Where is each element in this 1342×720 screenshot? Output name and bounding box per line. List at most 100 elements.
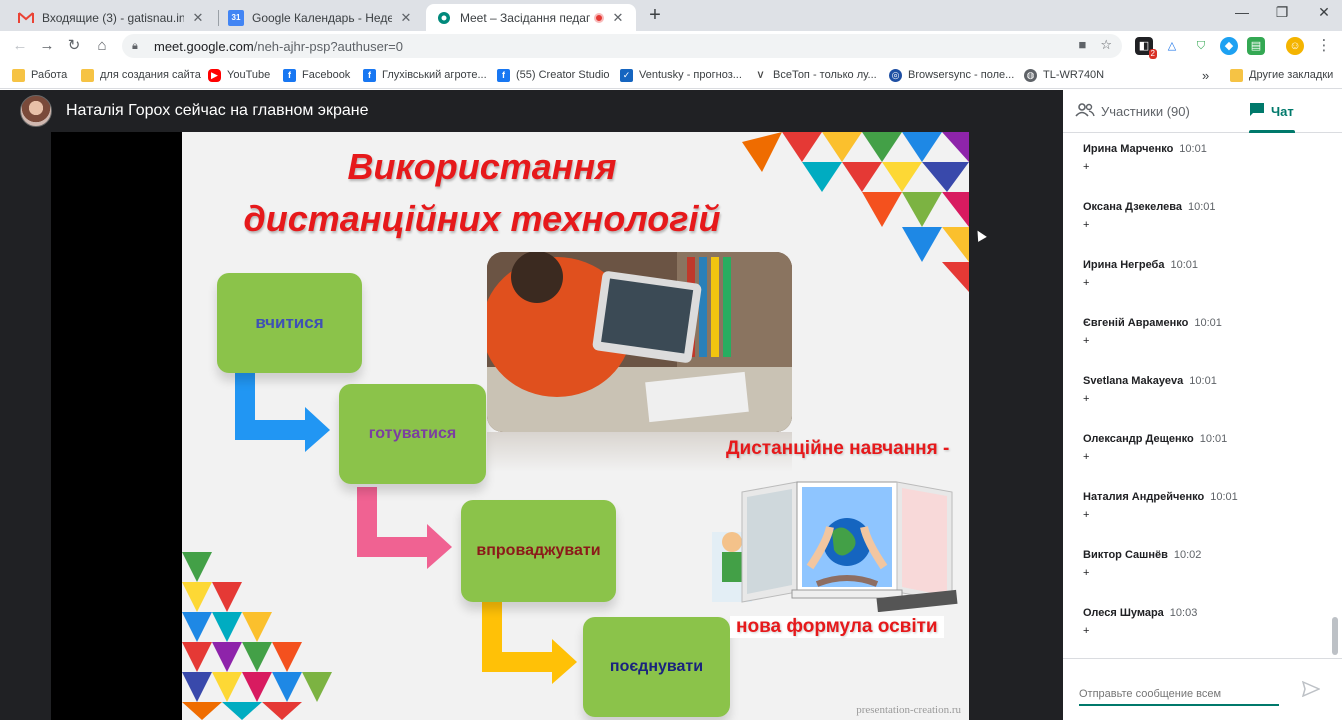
tab-title: Входящие (3) - gatisnau.infocent xyxy=(42,10,184,25)
participants-label: Участники (90) xyxy=(1101,104,1190,119)
chat-icon xyxy=(1249,102,1265,121)
close-tab-icon[interactable]: ✕ xyxy=(610,10,626,26)
chat-label: Чат xyxy=(1271,104,1294,119)
folder-icon xyxy=(12,68,25,82)
recording-icon xyxy=(594,12,604,23)
bookmark-star-icon[interactable]: ☆ xyxy=(1100,37,1112,53)
screen-share-stage[interactable]: Використання дистанційних технологій вчи… xyxy=(51,132,969,720)
youtube-icon: ▶ xyxy=(208,68,221,82)
message-time: 10:01 xyxy=(1210,491,1238,503)
bookmark-label: Facebook xyxy=(302,69,351,81)
meet-icon xyxy=(436,10,452,26)
chat-message: Ирина Марченко 10:01 + xyxy=(1083,143,1313,173)
chat-message: Svetlana Makayeva 10:01 + xyxy=(1083,375,1313,405)
presenter-bar: Наталія Горох сейчас на главном экране xyxy=(0,90,1063,132)
chat-message: Наталия Андрейченко 10:01 + xyxy=(1083,491,1313,521)
message-time: 10:01 xyxy=(1179,143,1207,155)
chat-message: Олександр Дещенко 10:01 + xyxy=(1083,433,1313,463)
more-bookmarks-icon[interactable]: » xyxy=(1202,66,1209,84)
menu-icon[interactable]: ⋮ xyxy=(1314,36,1334,56)
maximize-icon[interactable]: ❐ xyxy=(1270,4,1294,21)
sender-name: Олеся Шумара xyxy=(1083,607,1164,619)
tab-meet[interactable]: Meet – Засідання педагогіч ✕ xyxy=(426,4,636,31)
message-time: 10:03 xyxy=(1169,607,1198,619)
url-host: meet.google.com xyxy=(154,38,254,54)
tab-calendar[interactable]: 31 Google Календарь - Неделя: 31 ✕ xyxy=(218,4,424,31)
meet-main: Наталія Горох сейчас на главном экране В… xyxy=(0,90,1063,720)
mouse-cursor-icon xyxy=(973,228,987,242)
home-icon[interactable]: ⌂ xyxy=(92,36,112,56)
message-time: 10:01 xyxy=(1189,375,1217,387)
back-icon[interactable]: ← xyxy=(10,36,30,56)
message-text: + xyxy=(1083,393,1090,405)
tab-gmail[interactable]: Входящие (3) - gatisnau.infocent ✕ xyxy=(8,4,216,31)
bookmark-item[interactable]: для создания сайта xyxy=(81,66,201,84)
ventusky-icon: ✓ xyxy=(620,68,633,82)
message-text: + xyxy=(1083,277,1090,289)
chat-message: Євгеній Авраменко 10:01 + xyxy=(1083,317,1313,347)
diamond-extension-icon[interactable]: ◆ xyxy=(1220,37,1238,55)
presenter-avatar xyxy=(20,95,52,127)
new-tab-button[interactable]: + xyxy=(645,4,665,27)
tab-chat[interactable]: Чат xyxy=(1249,90,1294,133)
extension-icon[interactable]: ◧ 2 xyxy=(1135,37,1157,59)
message-time: 10:02 xyxy=(1173,549,1202,561)
minimize-icon[interactable]: — xyxy=(1230,4,1254,20)
chat-message: Ирина Негреба 10:01 + xyxy=(1083,259,1313,289)
tab-title: Google Календарь - Неделя: 31 xyxy=(252,10,392,25)
bookmark-item[interactable]: ✓ Ventusky - прогноз... xyxy=(620,66,742,84)
bookmark-item[interactable]: f Facebook xyxy=(283,66,350,84)
sender-name: Ирина Марченко xyxy=(1083,143,1174,155)
sheet-extension-icon[interactable]: ▤ xyxy=(1247,37,1265,55)
url-path: /neh-ajhr-psp?authuser=0 xyxy=(253,38,403,54)
profile-avatar[interactable]: ☺ xyxy=(1286,37,1304,55)
bookmark-item[interactable]: ◎ Browsersync - поле... xyxy=(889,66,1014,84)
active-tab-indicator xyxy=(1249,130,1295,133)
decorative-triangles-bottom xyxy=(182,552,332,720)
bookmark-item[interactable]: f Глухівський агроте... xyxy=(363,66,487,84)
send-icon[interactable] xyxy=(1301,680,1321,701)
slide-caption-top: Дистанційне навчання - xyxy=(726,438,950,459)
close-tab-icon[interactable]: ✕ xyxy=(190,10,206,26)
student-photo xyxy=(487,252,792,432)
reload-icon[interactable]: ↻ xyxy=(64,36,84,56)
delta-extension-icon[interactable]: △ xyxy=(1163,37,1181,55)
slide-watermark: presentation-creation.ru xyxy=(856,704,961,716)
window-globe-illustration xyxy=(712,481,958,612)
bookmark-item[interactable]: V ВсеТоп - только лу... xyxy=(754,66,877,84)
bookmark-item[interactable]: Другие закладки xyxy=(1230,66,1333,84)
slide-title-line1: Використання xyxy=(347,146,617,187)
close-tab-icon[interactable]: ✕ xyxy=(398,10,414,26)
globe-icon: ◍ xyxy=(1024,68,1037,82)
flow-arrow-pink xyxy=(357,487,452,569)
bookmark-label: ВсеТоп - только лу... xyxy=(773,69,877,81)
shield-extension-icon[interactable]: ⛉ xyxy=(1192,37,1210,55)
address-bar[interactable]: 🔒︎ meet.google.com/neh-ajhr-psp?authuser… xyxy=(122,34,1122,58)
bookmark-item[interactable]: f (55) Creator Studio xyxy=(497,66,610,84)
sender-name: Оксана Дзекелева xyxy=(1083,201,1182,213)
tab-strip: Входящие (3) - gatisnau.infocent ✕ 31 Go… xyxy=(0,0,1342,31)
message-time: 10:01 xyxy=(1194,317,1222,329)
people-icon xyxy=(1075,103,1095,120)
gmail-icon xyxy=(18,10,34,26)
tab-participants[interactable]: Участники (90) xyxy=(1075,90,1190,133)
bookmark-label: для создания сайта xyxy=(100,69,201,81)
facebook-icon: f xyxy=(363,68,376,82)
calendar-icon: 31 xyxy=(228,9,244,26)
forward-icon[interactable]: → xyxy=(37,36,57,56)
panel-tabs: Участники (90) Чат xyxy=(1063,90,1342,133)
bookmark-item[interactable]: ◍ TL-WR740N xyxy=(1024,66,1104,84)
chat-message: Оксана Дзекелева 10:01 + xyxy=(1083,201,1313,231)
message-text: + xyxy=(1083,567,1090,579)
bookmark-item[interactable]: Работа xyxy=(12,66,67,84)
message-time: 10:01 xyxy=(1170,259,1198,271)
bookmark-item[interactable]: ▶ YouTube xyxy=(208,66,270,84)
close-window-icon[interactable]: ✕ xyxy=(1312,4,1336,21)
slide-caption-bottom: нова формула освіти xyxy=(730,616,944,638)
browsersync-icon: ◎ xyxy=(889,68,902,82)
camera-icon[interactable]: ■ xyxy=(1078,37,1086,53)
sender-name: Ирина Негреба xyxy=(1083,259,1165,271)
chat-scrollbar[interactable] xyxy=(1332,617,1338,655)
chat-message-input[interactable] xyxy=(1079,684,1279,706)
step-box: готуватися xyxy=(339,384,486,484)
